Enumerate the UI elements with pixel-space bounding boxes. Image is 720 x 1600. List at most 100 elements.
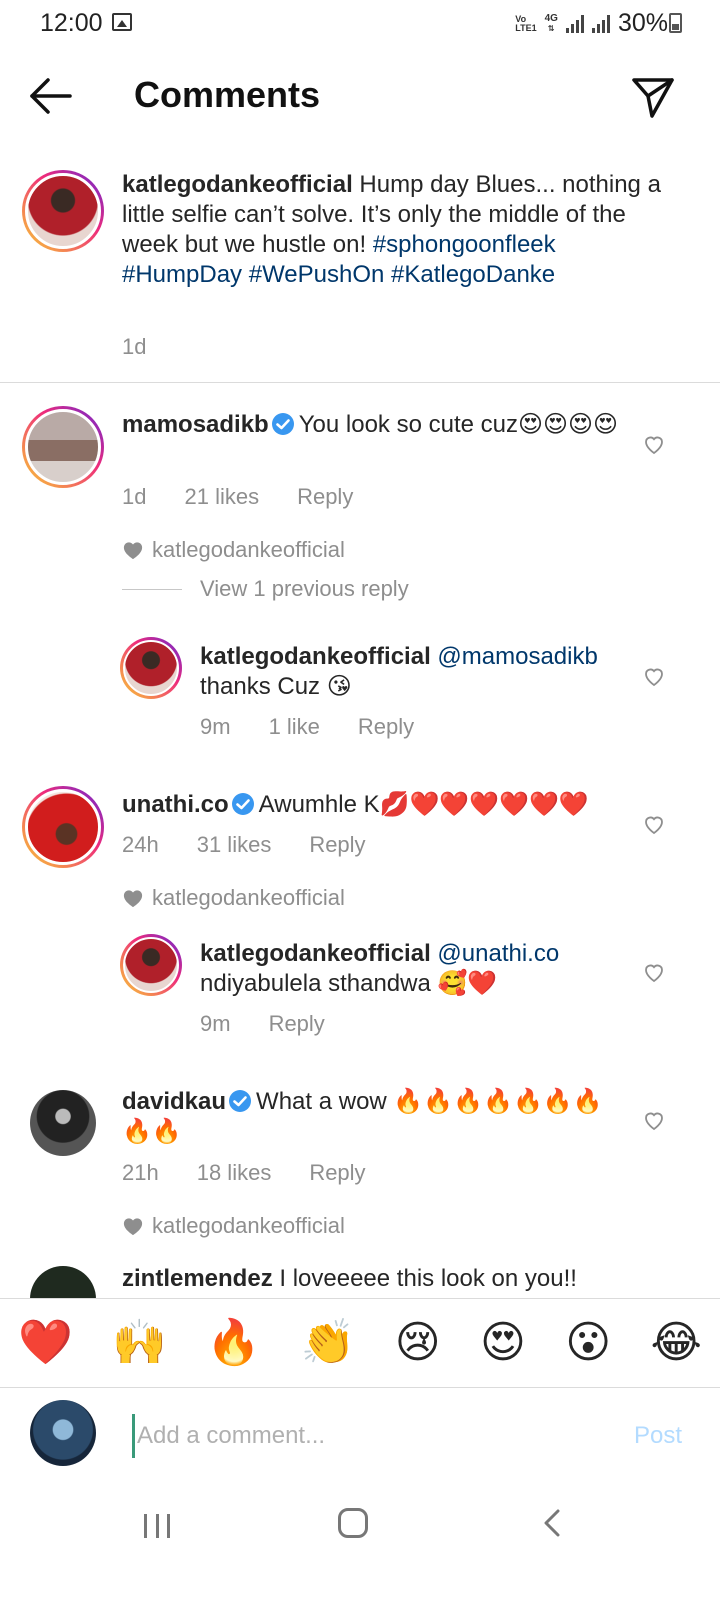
gallery-notification-icon bbox=[112, 13, 132, 31]
comment-time: 1d bbox=[122, 484, 147, 509]
page-title: Comments bbox=[134, 74, 321, 115]
avatar[interactable] bbox=[22, 786, 104, 868]
hashtag[interactable]: #WePushOn bbox=[249, 261, 385, 288]
heart-like-icon[interactable] bbox=[642, 960, 666, 984]
liked-by-author: katlegodankeofficial bbox=[122, 885, 345, 911]
reply-time: 9m bbox=[200, 1011, 231, 1036]
heart-filled-icon bbox=[123, 1218, 143, 1236]
emoji-heart[interactable]: ❤️ bbox=[18, 1318, 73, 1368]
reply-button[interactable]: Reply bbox=[269, 1011, 325, 1037]
reply-text: katlegodankeofficial @mamosadikb thanks … bbox=[200, 642, 620, 702]
avatar[interactable] bbox=[22, 170, 104, 252]
emoji-crying[interactable]: 😢 bbox=[395, 1318, 441, 1368]
status-bar: 12:00 Vo LTE1 4G ⇅ 30% bbox=[0, 0, 720, 48]
hashtag[interactable]: #sphongoonfleek bbox=[373, 231, 556, 258]
comment-text: mamosadikb You look so cute cuz😍😍😍😍 bbox=[122, 410, 622, 440]
reply-username[interactable]: katlegodankeofficial bbox=[200, 940, 431, 967]
verified-badge-icon bbox=[271, 413, 294, 435]
emoji-surprised[interactable]: 😮 bbox=[565, 1318, 611, 1368]
reply-text: katlegodankeofficial @unathi.co ndiyabul… bbox=[200, 939, 620, 999]
volte-icon: Vo LTE1 bbox=[515, 13, 537, 33]
liked-by-author: katlegodankeofficial bbox=[122, 1213, 345, 1239]
comment-meta: 1d 21 likes Reply bbox=[122, 484, 353, 510]
liked-by-author: katlegodankeofficial bbox=[122, 537, 345, 563]
reply-body: ndiyabulela sthandwa 🥰❤️ bbox=[200, 970, 498, 997]
view-previous-replies[interactable]: View 1 previous reply bbox=[122, 576, 409, 602]
avatar[interactable] bbox=[30, 1090, 96, 1156]
arrow-left-icon bbox=[30, 78, 72, 114]
signal-icon-2 bbox=[591, 14, 610, 33]
emoji-clap[interactable]: 👏 bbox=[301, 1318, 356, 1368]
caption-username[interactable]: katlegodankeofficial bbox=[122, 171, 353, 198]
divider bbox=[0, 382, 720, 383]
mention-link[interactable]: @unathi.co bbox=[437, 940, 559, 967]
emoji-heart-eyes[interactable]: 😍 bbox=[480, 1318, 526, 1368]
comment-text: zintlemendez I loveeeee this look on you… bbox=[122, 1264, 622, 1294]
reply-button[interactable]: Reply bbox=[297, 484, 353, 510]
reply-meta: 9m Reply bbox=[200, 1011, 325, 1037]
reply-body: thanks Cuz 😘 bbox=[200, 673, 352, 700]
caption-text: katlegodankeofficial Hump day Blues... n… bbox=[122, 170, 682, 290]
recent-apps-button[interactable] bbox=[144, 1514, 170, 1538]
comment-username[interactable]: mamosadikb bbox=[122, 411, 269, 438]
comment-body: I loveeeee this look on you!! bbox=[279, 1265, 577, 1292]
nav-back-button[interactable] bbox=[542, 1508, 562, 1538]
comment-meta: 21h 18 likes Reply bbox=[122, 1160, 366, 1186]
comment-time: 24h bbox=[122, 832, 159, 857]
post-button[interactable]: Post bbox=[634, 1422, 682, 1450]
hashtag[interactable]: #HumpDay bbox=[122, 261, 242, 288]
comment-username[interactable]: zintlemendez bbox=[122, 1265, 273, 1292]
emoji-raising-hands[interactable]: 🙌 bbox=[112, 1318, 167, 1368]
status-time: 12:00 bbox=[40, 9, 103, 37]
heart-like-icon[interactable] bbox=[642, 664, 666, 688]
signal-icon bbox=[565, 14, 584, 33]
reply-button[interactable]: Reply bbox=[309, 1160, 365, 1186]
like-count[interactable]: 31 likes bbox=[197, 832, 272, 858]
comment-time: 21h bbox=[122, 1160, 159, 1185]
like-count[interactable]: 1 like bbox=[269, 714, 320, 740]
comment-body: You look so cute cuz😍😍😍😍 bbox=[298, 411, 619, 438]
caption-time: 1d bbox=[122, 334, 147, 359]
verified-badge-icon bbox=[229, 1090, 252, 1112]
heart-like-icon[interactable] bbox=[642, 432, 666, 456]
comment-text: unathi.co Awumhle K💋❤️❤️❤️❤️❤️❤️ bbox=[122, 790, 622, 820]
home-button[interactable] bbox=[338, 1508, 368, 1538]
heart-like-icon[interactable] bbox=[642, 812, 666, 836]
verified-badge-icon bbox=[231, 793, 254, 815]
avatar[interactable] bbox=[120, 934, 182, 996]
like-count[interactable]: 21 likes bbox=[184, 484, 259, 510]
battery-icon bbox=[669, 13, 682, 33]
reply-button[interactable]: Reply bbox=[309, 832, 365, 858]
system-nav-bar bbox=[0, 1490, 720, 1600]
battery-percent: 30% bbox=[617, 9, 668, 37]
user-avatar[interactable] bbox=[30, 1400, 96, 1466]
comment-username[interactable]: unathi.co bbox=[122, 791, 229, 818]
share-button[interactable] bbox=[630, 74, 676, 120]
comment-text: davidkau What a wow 🔥🔥🔥🔥🔥🔥🔥🔥🔥 bbox=[122, 1087, 622, 1147]
like-count[interactable]: 18 likes bbox=[197, 1160, 272, 1186]
comment-composer: Post bbox=[0, 1390, 720, 1490]
comment-input[interactable] bbox=[132, 1414, 592, 1458]
back-button[interactable] bbox=[26, 76, 76, 116]
emoji-quick-reactions: ❤️ 🙌 🔥 👏 😢 😍 😮 😂 bbox=[0, 1298, 720, 1388]
comment-body: Awumhle K💋❤️❤️❤️❤️❤️❤️ bbox=[258, 791, 589, 818]
avatar[interactable] bbox=[120, 637, 182, 699]
reply-username[interactable]: katlegodankeofficial bbox=[200, 643, 431, 670]
comment-username[interactable]: davidkau bbox=[122, 1088, 226, 1115]
emoji-laughing[interactable]: 😂 bbox=[651, 1318, 702, 1368]
heart-filled-icon bbox=[123, 542, 143, 560]
emoji-fire[interactable]: 🔥 bbox=[206, 1318, 261, 1368]
reply-meta: 9m 1 like Reply bbox=[200, 714, 414, 740]
hashtag[interactable]: #KatlegoDanke bbox=[391, 261, 555, 288]
avatar[interactable] bbox=[22, 406, 104, 488]
network-4g-icon: 4G ⇅ bbox=[544, 12, 558, 33]
reply-button[interactable]: Reply bbox=[358, 714, 414, 740]
header: Comments bbox=[0, 62, 720, 132]
mention-link[interactable]: @mamosadikb bbox=[437, 643, 597, 670]
status-indicators: Vo LTE1 4G ⇅ 30% bbox=[515, 9, 668, 38]
comment-meta: 24h 31 likes Reply bbox=[122, 832, 366, 858]
heart-like-icon[interactable] bbox=[642, 1108, 666, 1132]
paper-plane-icon bbox=[632, 78, 674, 118]
reply-time: 9m bbox=[200, 714, 231, 739]
heart-filled-icon bbox=[123, 890, 143, 908]
